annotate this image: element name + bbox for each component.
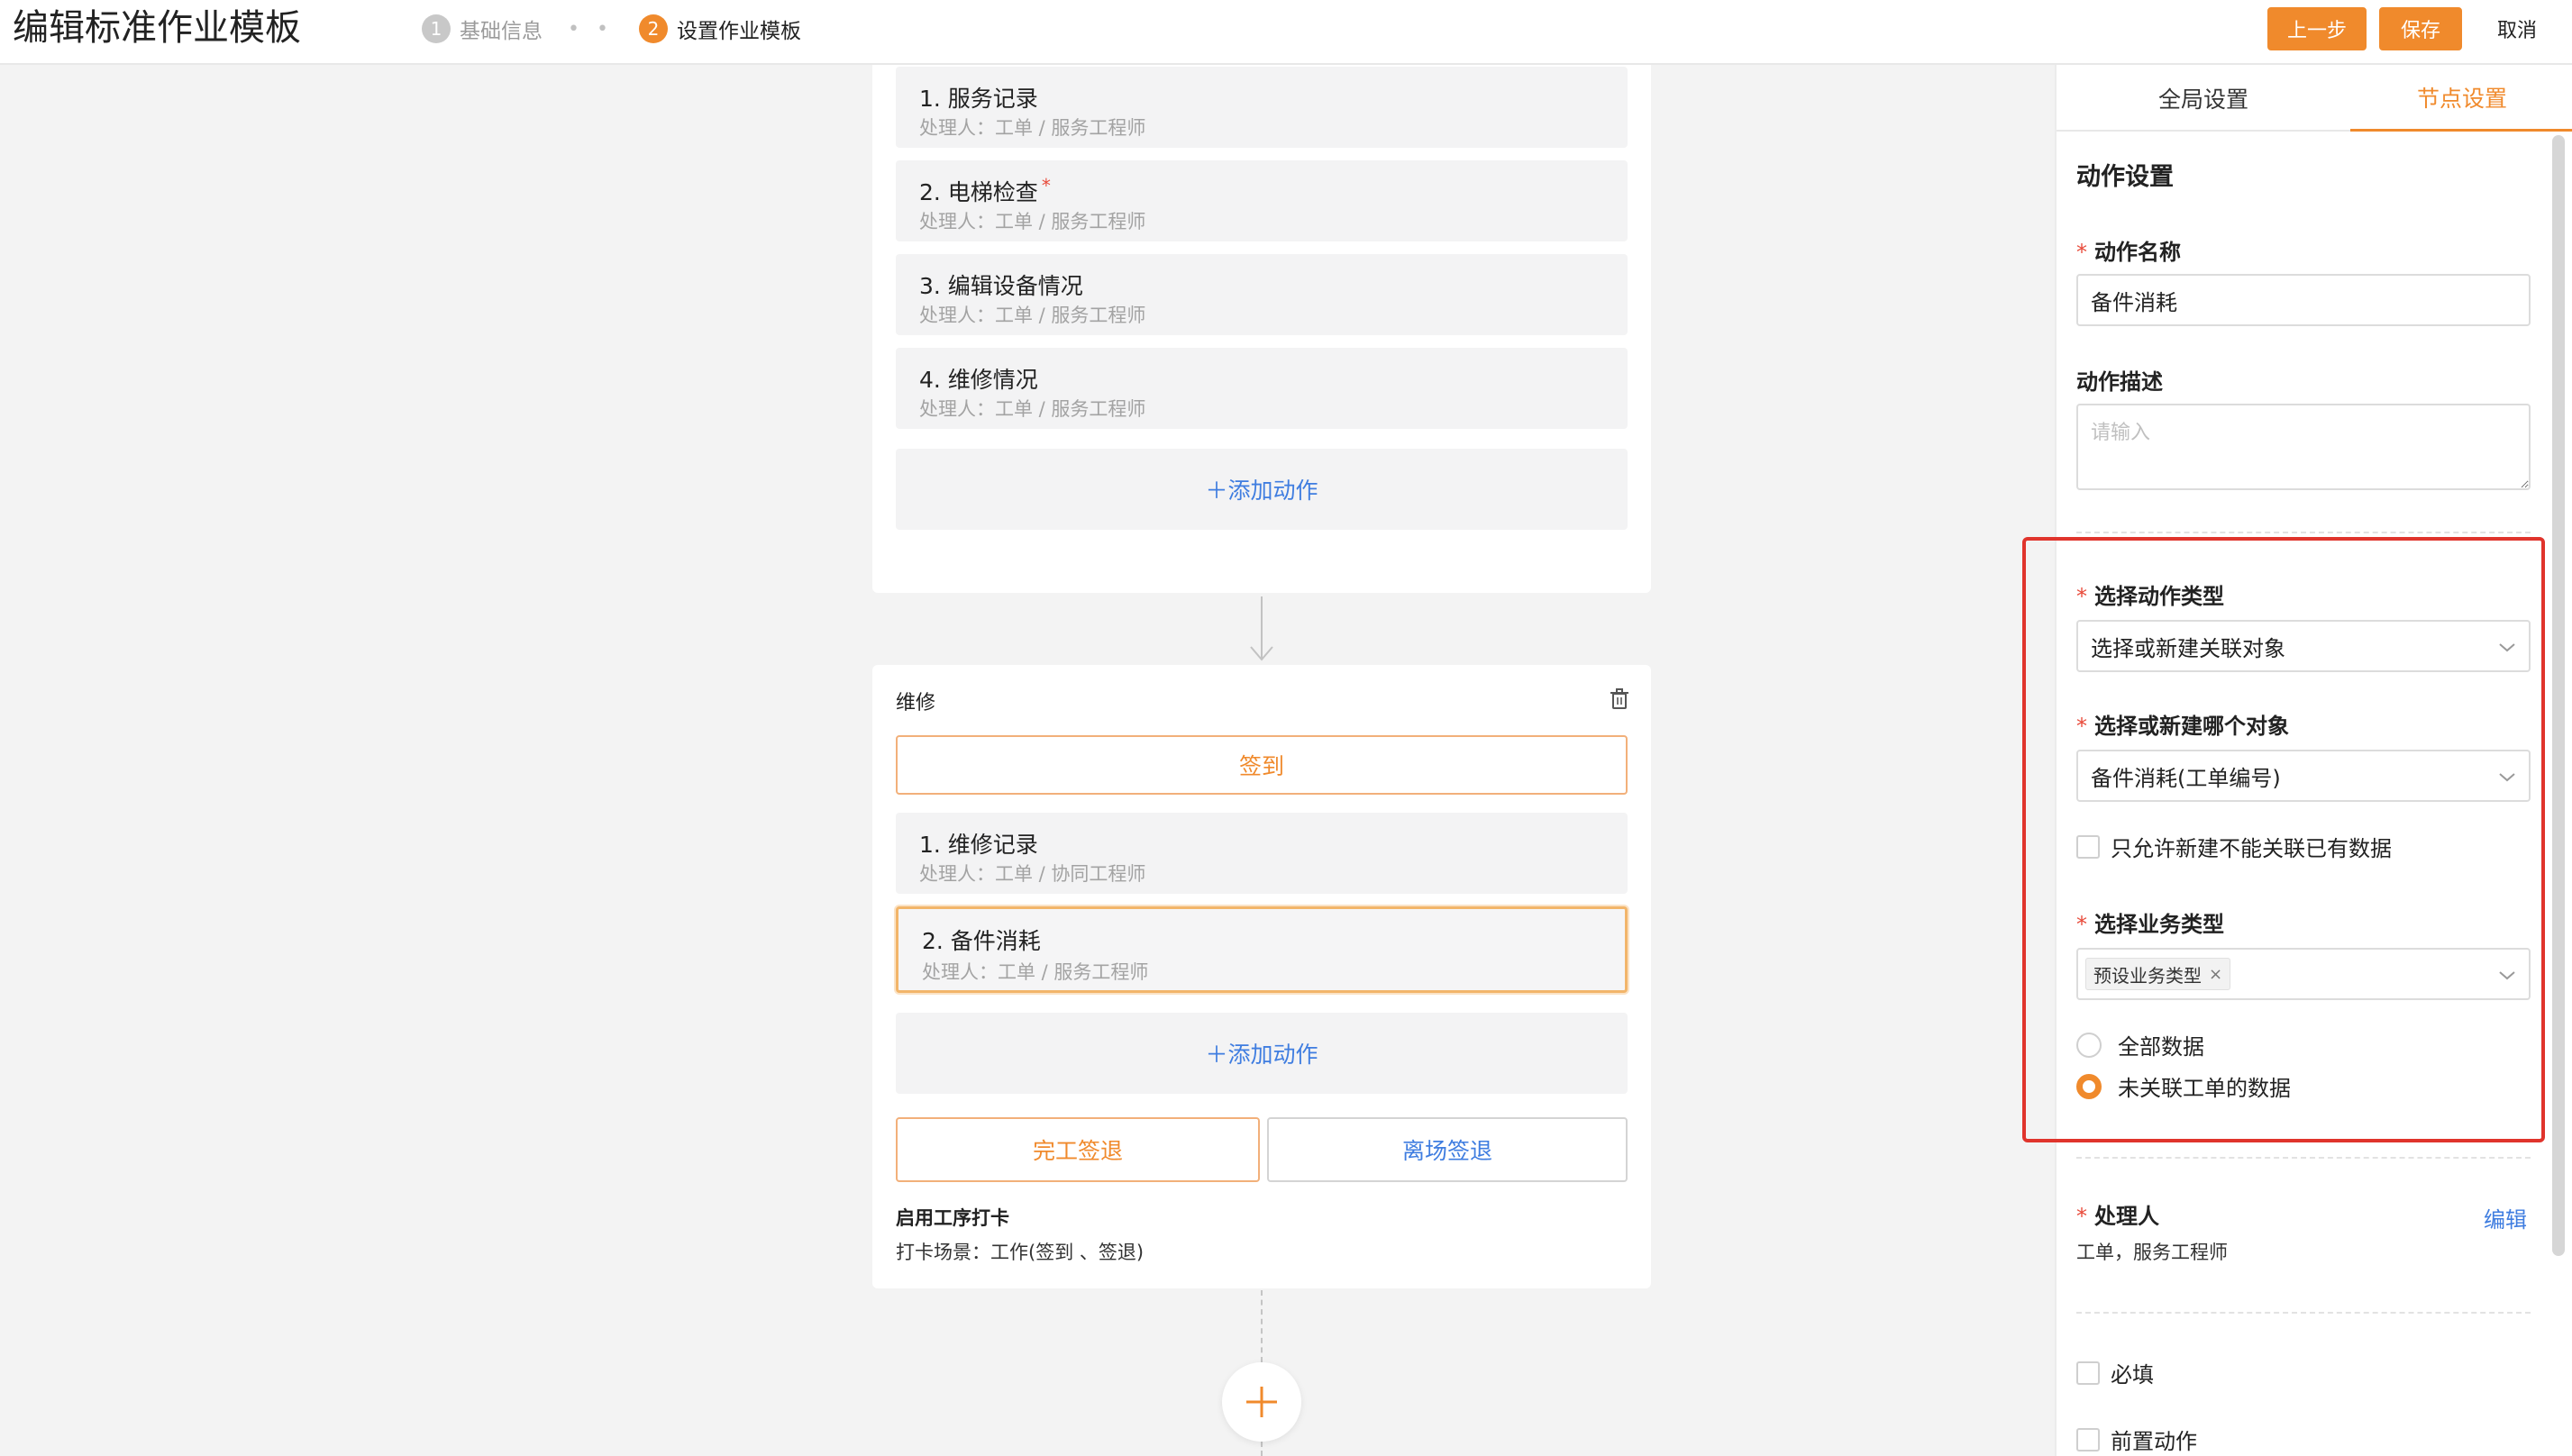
arrow-down-icon [1250,596,1273,661]
connector-line [1261,1290,1263,1362]
stage-title: 维修 [896,692,936,714]
leave-sign-out-button[interactable]: 离场签退 [1267,1117,1628,1182]
connector-line [1261,1442,1263,1456]
action-title: 1. 服务记录 [919,86,1038,112]
add-action-button[interactable]: ＋添加动作 [896,1013,1628,1094]
step-basic-info[interactable]: 1 基础信息 [422,14,543,44]
action-handler: 处理人：工单 / 服务工程师 [919,211,1146,232]
required-star: * [2076,240,2087,265]
step-label: 基础信息 [460,20,543,43]
action-handler: 处理人：工单 / 服务工程师 [919,398,1146,420]
plus-icon [1246,1387,1277,1417]
add-node-button[interactable] [1222,1362,1301,1442]
punch-card-title: 启用工序打卡 [896,1207,1009,1229]
pre-action-checkbox[interactable] [2076,1427,2100,1451]
step-set-template[interactable]: 2 设置作业模板 [638,14,801,44]
action-item-elevator-check[interactable]: 2. 电梯检查 * 处理人：工单 / 服务工程师 [896,160,1628,241]
required-mark: * [1041,175,1051,196]
divider [2076,1157,2531,1159]
step-number: 1 [422,14,451,43]
divider [2076,532,2531,533]
stage-card-1: 1. 服务记录 处理人：工单 / 服务工程师 2. 电梯检查 * 处理人：工单 /… [872,65,1651,593]
stage-card-repair: 维修 签到 1. 维修记录 处理人：工单 / 协同工程师 2. 备件消耗 处理人… [872,665,1651,1288]
step-separator: • • [568,17,614,41]
action-handler: 处理人：工单 / 服务工程师 [919,305,1146,326]
checkbox-label: 前置动作 [2111,1429,2197,1454]
step-indicator: 1 基础信息 • • 2 设置作业模板 [422,13,801,45]
action-title: 3. 编辑设备情况 [919,273,1083,299]
action-item-edit-equipment[interactable]: 3. 编辑设备情况 处理人：工单 / 服务工程师 [896,254,1628,335]
action-handler: 处理人：工单 / 协同工程师 [919,863,1146,885]
checkbox-label: 必填 [2111,1362,2154,1388]
page-title: 编辑标准作业模板 [13,7,301,49]
panel-scrollbar[interactable] [2552,135,2565,1256]
save-button[interactable]: 保存 [2379,7,2462,50]
action-item-service-record[interactable]: 1. 服务记录 处理人：工单 / 服务工程师 [896,67,1628,148]
action-desc-label: 动作描述 [2076,369,2163,395]
step-label: 设置作业模板 [676,20,801,43]
highlight-frame [2022,537,2545,1142]
edit-handler-link[interactable]: 编辑 [2484,1202,2527,1233]
required-star: * [2076,1204,2087,1229]
section-title: 动作设置 [2076,163,2174,191]
action-title: 1. 维修记录 [919,832,1038,858]
sign-in-button[interactable]: 签到 [896,735,1628,795]
finish-sign-out-button[interactable]: 完工签退 [896,1117,1260,1182]
action-title: 2. 备件消耗 [922,928,1041,954]
required-checkbox[interactable] [2076,1360,2100,1385]
settings-tabs: 全局设置 节点设置 [2057,65,2572,132]
action-item-parts-consumption[interactable]: 2. 备件消耗 处理人：工单 / 服务工程师 [896,906,1628,993]
punch-card-scene: 打卡场景：工作(签到 、签退) [896,1242,1145,1263]
divider [2076,1312,2531,1314]
action-title: 4. 维修情况 [919,367,1038,393]
top-header: 编辑标准作业模板 1 基础信息 • • 2 设置作业模板 上一步 保存 取消 [0,0,2572,65]
action-desc-textarea[interactable] [2076,404,2531,490]
required-checkbox-row[interactable]: 必填 [2076,1357,2154,1388]
action-handler: 处理人：工单 / 服务工程师 [922,961,1149,983]
action-item-repair-status[interactable]: 4. 维修情况 处理人：工单 / 服务工程师 [896,348,1628,429]
action-item-repair-record[interactable]: 1. 维修记录 处理人：工单 / 协同工程师 [896,813,1628,894]
tab-global-settings[interactable]: 全局设置 [2057,65,2350,132]
action-name-input[interactable] [2076,274,2531,326]
action-name-label: * 动作名称 [2076,240,2181,265]
step-number: 2 [638,14,668,43]
trash-icon[interactable] [1610,688,1629,710]
handler-value: 工单，服务工程师 [2076,1242,2228,1263]
add-action-button[interactable]: ＋添加动作 [896,449,1628,530]
handler-label: * 处理人 [2076,1204,2159,1229]
pre-action-checkbox-row[interactable]: 前置动作 [2076,1424,2197,1455]
action-title: 2. 电梯检查 * [919,175,1051,205]
prev-step-button[interactable]: 上一步 [2267,7,2367,50]
action-handler: 处理人：工单 / 服务工程师 [919,117,1146,139]
tab-node-settings[interactable]: 节点设置 [2350,65,2572,132]
cancel-button[interactable]: 取消 [2475,7,2559,50]
